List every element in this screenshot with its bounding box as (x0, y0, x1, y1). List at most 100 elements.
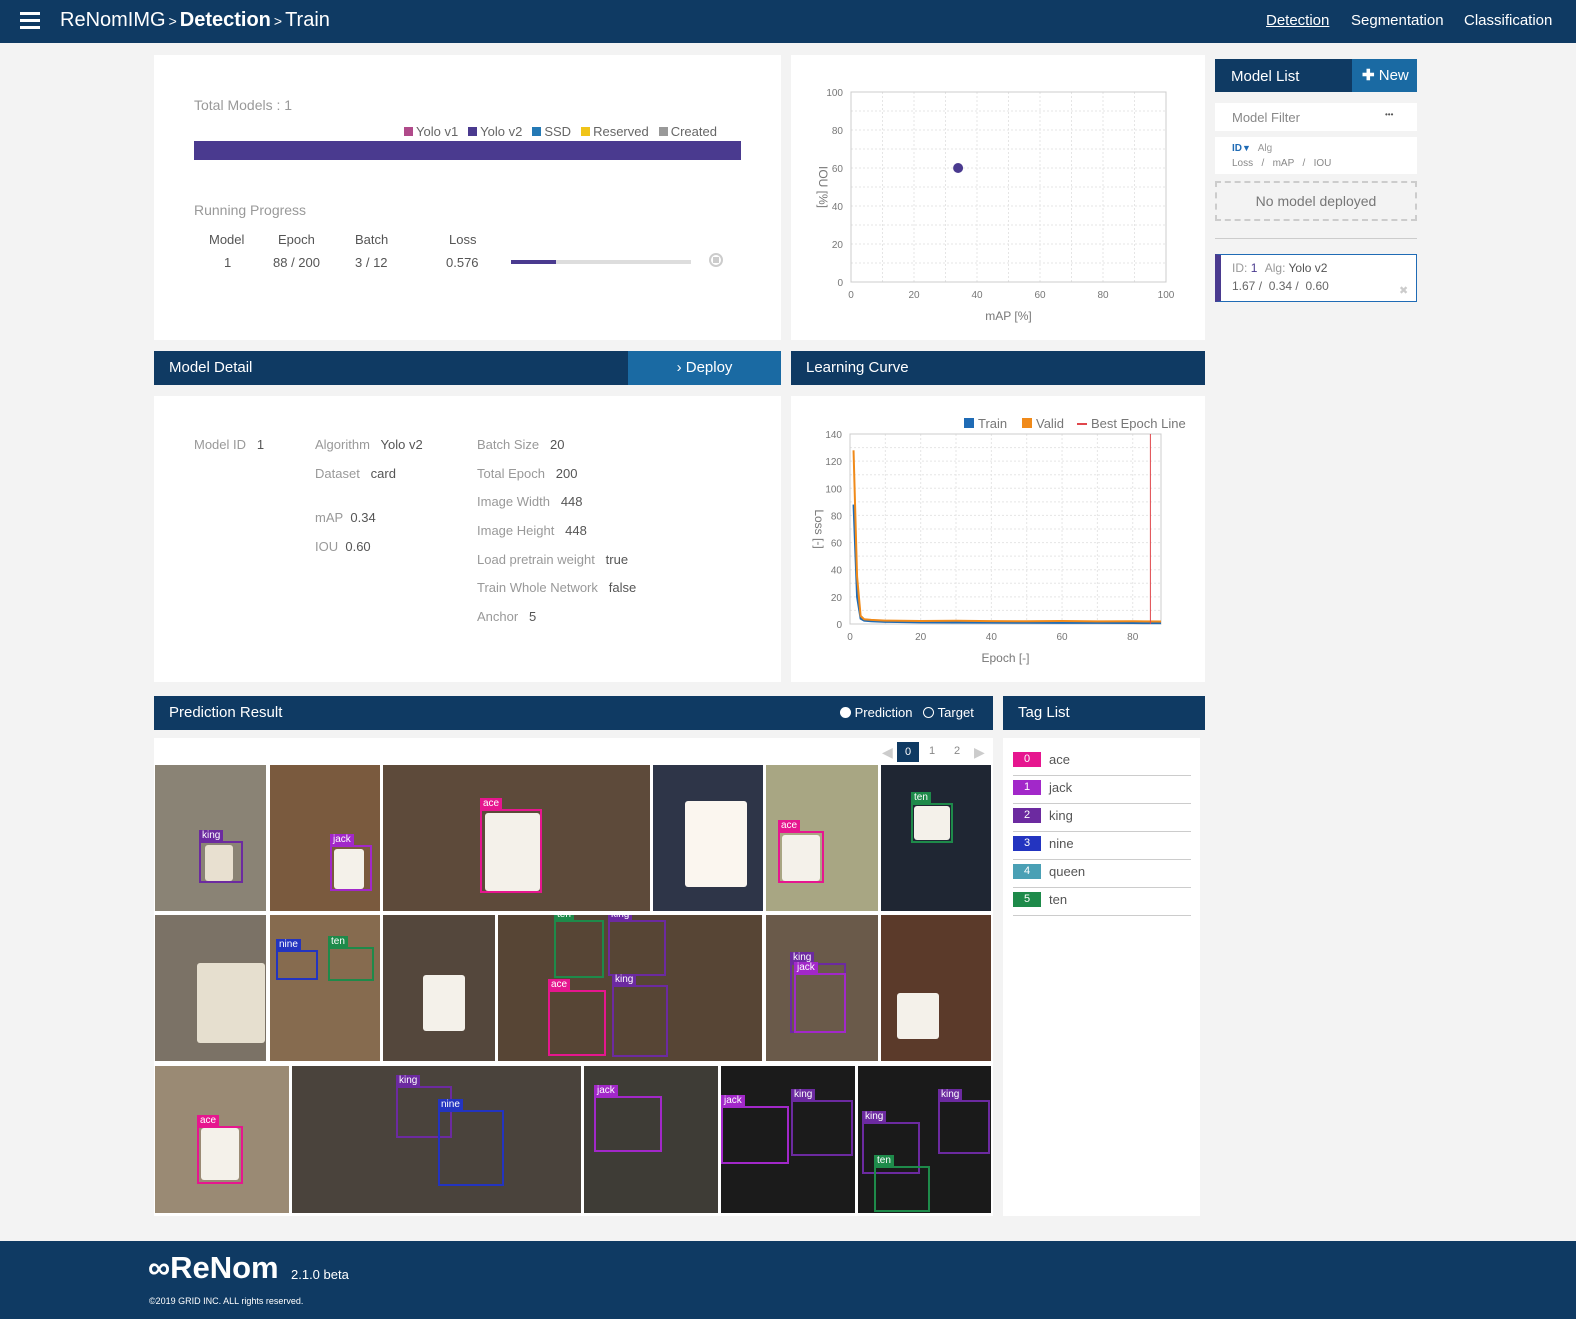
sort-loss[interactable]: Loss (1232, 158, 1253, 169)
prediction-panel: ◀ 0 1 2 ▶ king jack ace ace ten nine ten… (154, 738, 993, 1216)
y-tick-label: 100 (826, 88, 843, 99)
whole-network-label: Train Whole Network (477, 580, 598, 595)
batch-size-value: 20 (550, 437, 565, 452)
radio-target[interactable] (923, 707, 935, 718)
model-scatter-chart: 0 20 40 60 80 100 0 20 40 60 80 100 mAP [%] IOU [%] (816, 88, 1175, 323)
learning-curve-header: Learning Curve (791, 351, 1205, 385)
tag-list-item[interactable]: 3 nine (1013, 832, 1191, 860)
close-icon[interactable]: ✖ (1399, 284, 1408, 297)
nav-detection[interactable]: Detection (1266, 12, 1329, 29)
tag-number: 5 (1013, 892, 1041, 907)
prediction-image[interactable]: jack king (721, 1066, 855, 1213)
more-icon[interactable]: ••• (1385, 110, 1393, 119)
renom-logo: ∞ReNom (148, 1250, 279, 1285)
prediction-image[interactable] (653, 765, 763, 911)
model-filter[interactable]: Model Filter ••• (1215, 103, 1417, 131)
image-height-label: Image Height (477, 523, 555, 538)
y-tick-label: 60 (832, 164, 844, 175)
prediction-image[interactable]: ace (155, 1066, 289, 1213)
tag-list-item[interactable]: 5 ten (1013, 888, 1191, 916)
y-tick-label: 80 (832, 126, 844, 137)
prediction-image[interactable]: jack (270, 765, 380, 911)
tag-number: 1 (1013, 780, 1041, 795)
item-separator: / (1295, 279, 1299, 293)
sort-alg[interactable]: Alg (1258, 143, 1272, 154)
page-1[interactable]: 1 (929, 745, 935, 757)
prediction-image[interactable]: ten (881, 765, 991, 911)
page-2[interactable]: 2 (954, 745, 960, 757)
y-tick-label: 20 (832, 240, 844, 251)
prediction-image[interactable]: king king ten (858, 1066, 991, 1213)
model-list-title: Model List (1231, 68, 1300, 85)
tag-number: 0 (1013, 752, 1041, 767)
x-tick-label: 40 (971, 290, 983, 301)
y-tick-label: 40 (832, 202, 844, 213)
model-list-item[interactable]: ID: 1 Alg: Yolo v2 1.67 / 0.34 / 0.60 ✖ (1215, 254, 1417, 302)
prediction-image[interactable]: jack (584, 1066, 718, 1213)
legend-train-swatch (964, 418, 974, 428)
page-0[interactable]: 0 (897, 742, 919, 762)
prediction-image[interactable]: ten king ace king (498, 915, 762, 1061)
breadcrumb-section[interactable]: Detection (180, 9, 271, 31)
radio-prediction-label[interactable]: Prediction (855, 705, 913, 720)
prediction-image[interactable]: nine ten (270, 915, 380, 1061)
x-tick-label: 20 (915, 632, 927, 643)
x-tick-label: 80 (1127, 632, 1139, 643)
breadcrumb-app[interactable]: ReNomIMG (60, 9, 166, 31)
legend-best: Best Epoch Line (1091, 416, 1186, 431)
pretrain-label: Load pretrain weight (477, 552, 595, 567)
sort-iou[interactable]: IOU (1314, 158, 1332, 169)
menu-icon[interactable] (20, 12, 40, 30)
page-prev-icon[interactable]: ◀ (882, 744, 893, 761)
legend-yolo-v1: Yolo v1 (416, 124, 459, 139)
prediction-image[interactable]: king jack (766, 915, 878, 1061)
nav-classification[interactable]: Classification (1464, 12, 1552, 29)
prediction-image[interactable] (383, 915, 495, 1061)
anchor-value: 5 (529, 609, 537, 624)
x-tick-label: 0 (848, 290, 854, 301)
nav-segmentation[interactable]: Segmentation (1351, 12, 1444, 29)
y-tick-label: 100 (825, 484, 842, 495)
prediction-image[interactable] (881, 915, 991, 1061)
model-distribution-bar (194, 141, 741, 160)
deploy-button[interactable]: › Deploy (628, 351, 781, 385)
breadcrumb-page: Train (285, 9, 330, 31)
progress-loss: 0.576 (446, 255, 479, 270)
whole-network-value: false (608, 580, 637, 595)
prediction-image[interactable]: king (155, 765, 266, 911)
progress-model: 1 (224, 255, 232, 270)
sort-separator: / (1302, 158, 1306, 169)
col-epoch: Epoch (278, 232, 315, 247)
sort-desc-icon: ▼ (1242, 143, 1251, 153)
y-tick-label: 0 (836, 620, 842, 631)
legend-valid-swatch (1022, 418, 1032, 428)
tag-list-item[interactable]: 1 jack (1013, 776, 1191, 804)
iou-label: IOU (315, 539, 339, 554)
radio-target-label[interactable]: Target (938, 705, 974, 720)
image-width-value: 448 (560, 494, 583, 509)
item-id-label: ID: (1232, 261, 1248, 275)
tag-list-item[interactable]: 4 queen (1013, 860, 1191, 888)
page-next-icon[interactable]: ▶ (974, 744, 985, 761)
footer: ∞ReNom 2.1.0 beta ©2019 GRID INC. ALL ri… (0, 1241, 1576, 1319)
new-model-button[interactable]: ✚ New (1352, 59, 1417, 92)
prediction-image[interactable]: ace (383, 765, 650, 911)
sort-separator: / (1261, 158, 1265, 169)
prediction-image[interactable]: king nine (292, 1066, 581, 1213)
radio-prediction[interactable] (840, 707, 851, 718)
col-model: Model (209, 232, 245, 247)
sort-map[interactable]: mAP (1273, 158, 1295, 169)
stop-icon[interactable] (709, 253, 723, 267)
image-height-value: 448 (565, 523, 587, 538)
sort-id[interactable]: ID (1232, 143, 1242, 154)
tag-list-item[interactable]: 2 king (1013, 804, 1191, 832)
summary-panel: Total Models : 1 Yolo v1 Yolo v2 SSD Reserv… (154, 55, 781, 340)
tag-list-item[interactable]: 0 ace (1013, 748, 1191, 776)
tag-name: jack (1049, 780, 1073, 795)
prediction-image[interactable]: ace (766, 765, 878, 911)
item-map: 0.34 (1268, 279, 1293, 293)
col-loss: Loss (449, 232, 477, 247)
anchor-label: Anchor (477, 609, 519, 624)
model-detail-header: Model Detail (154, 351, 628, 385)
prediction-image[interactable] (155, 915, 266, 1061)
